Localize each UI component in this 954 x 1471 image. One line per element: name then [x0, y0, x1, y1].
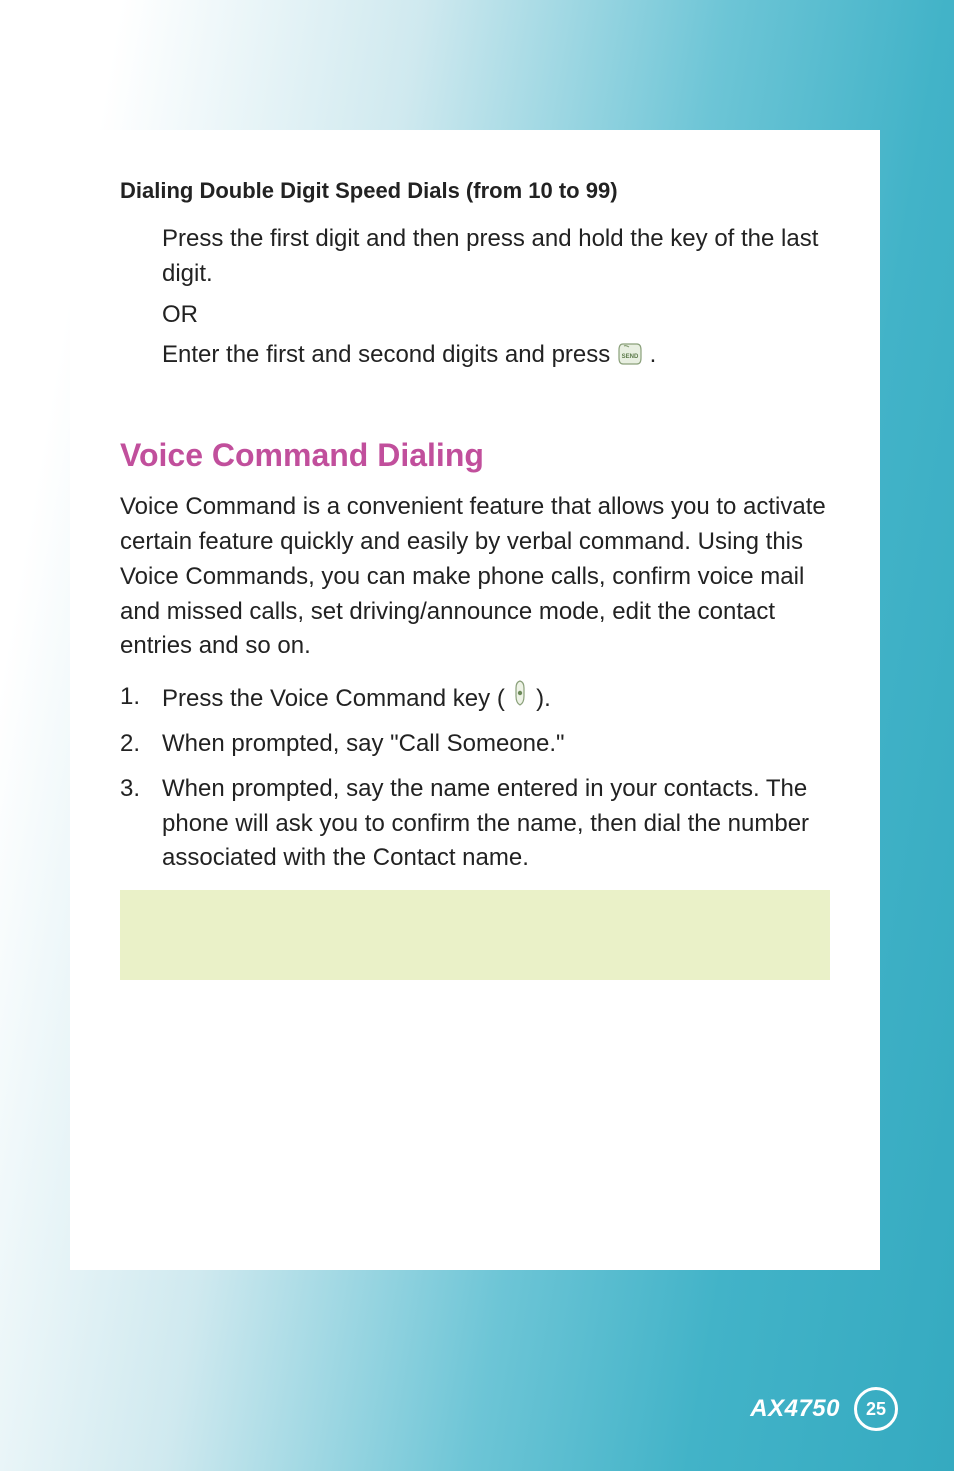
step-1-pre: Press the Voice Command key (: [162, 685, 511, 712]
step-number: 3.: [120, 772, 162, 876]
page-number-badge: 25: [854, 1387, 898, 1431]
voice-command-step-2: 2. When prompted, say "Call Someone.": [120, 727, 830, 762]
voice-command-step-1: 1. Press the Voice Command key ( ).: [120, 680, 830, 717]
voice-command-title: Voice Command Dialing: [120, 437, 830, 474]
model-label: AX4750: [750, 1395, 840, 1423]
speed-dial-instruction-2b: .: [650, 341, 657, 368]
voice-command-key-icon: [511, 685, 529, 712]
speed-dial-or: OR: [162, 298, 830, 333]
step-text: Press the Voice Command key ( ).: [162, 680, 830, 717]
speed-dial-instruction-1: Press the first digit and then press and…: [162, 222, 830, 292]
step-number: 2.: [120, 727, 162, 762]
speed-dial-instruction-2: Enter the first and second digits and pr…: [162, 338, 830, 377]
step-1-post: ).: [529, 685, 550, 712]
note-box: [120, 890, 830, 980]
step-number: 1.: [120, 680, 162, 717]
voice-command-intro: Voice Command is a convenient feature th…: [120, 490, 830, 664]
content-panel: Dialing Double Digit Speed Dials (from 1…: [70, 130, 880, 1270]
svg-text:SEND: SEND: [622, 354, 639, 360]
step-text: When prompted, say the name entered in y…: [162, 772, 830, 876]
step-text: When prompted, say "Call Someone.": [162, 727, 830, 762]
voice-command-step-3: 3. When prompted, say the name entered i…: [120, 772, 830, 876]
speed-dial-heading: Dialing Double Digit Speed Dials (from 1…: [120, 178, 830, 204]
page-footer: AX4750 25: [750, 1387, 898, 1431]
speed-dial-instruction-2a: Enter the first and second digits and pr…: [162, 341, 617, 368]
send-key-icon: SEND: [617, 342, 643, 377]
